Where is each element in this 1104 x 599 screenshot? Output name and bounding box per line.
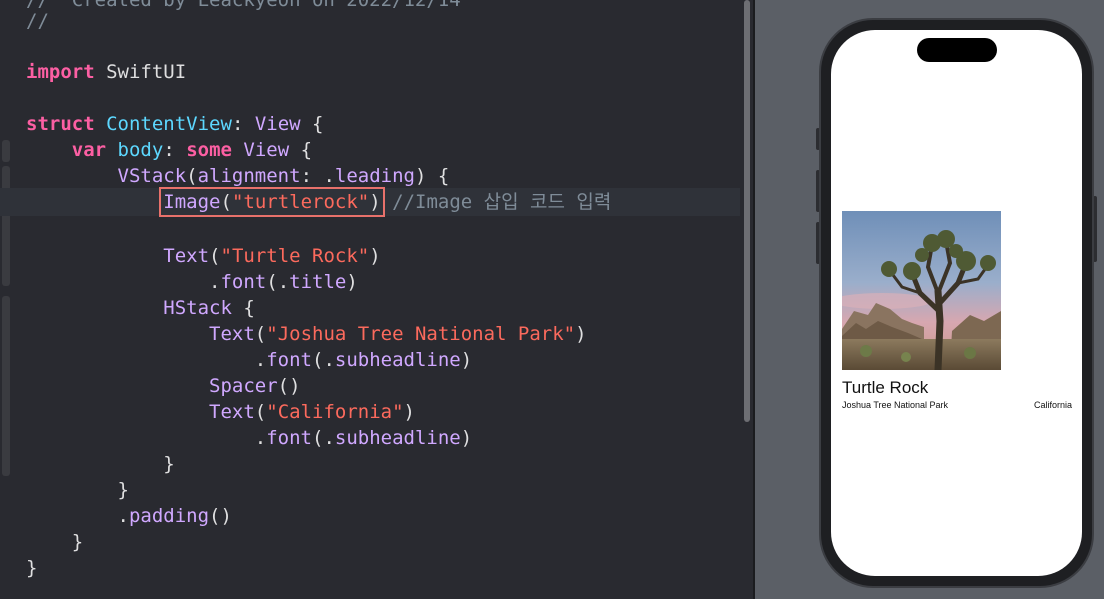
code-line-spacer[interactable]: Spacer(): [26, 373, 301, 399]
brace: ) {: [414, 165, 450, 187]
value-subheadline: subheadline: [334, 349, 461, 371]
code-line-text-state[interactable]: Text("California"): [26, 399, 415, 425]
phone-volume-down-button: [816, 222, 820, 264]
string-park: "Joshua Tree National Park": [266, 323, 576, 345]
brace: {: [300, 113, 324, 135]
code-line-text-title[interactable]: Text("Turtle Rock"): [26, 243, 381, 269]
brace: }: [117, 479, 129, 501]
keyword-import: import: [26, 61, 95, 83]
vstack-call: VStack: [117, 165, 187, 187]
text-call: Text: [209, 323, 255, 345]
code-line-vstack[interactable]: VStack(alignment: .leading) {: [26, 163, 450, 189]
preview-state-text: California: [1033, 400, 1072, 410]
code-line-text-park[interactable]: Text("Joshua Tree National Park"): [26, 321, 587, 347]
code-line-close-struct[interactable]: }: [26, 555, 37, 581]
phone-action-button: [816, 128, 820, 150]
code-line-comment: //: [26, 10, 49, 32]
modifier-font: font: [266, 349, 312, 371]
code-line-font-park[interactable]: .font(.subheadline): [26, 347, 472, 373]
colon: :: [163, 139, 187, 161]
dynamic-island: [917, 38, 997, 62]
code-line-struct[interactable]: struct ContentView: View {: [26, 111, 323, 137]
dot: .: [209, 271, 221, 293]
joshua-tree-photo: [842, 211, 1001, 370]
dot: .: [117, 505, 129, 527]
phone-volume-up-button: [816, 170, 820, 212]
paren: (.: [312, 427, 335, 449]
modifier-font: font: [220, 271, 267, 293]
struct-name: ContentView: [106, 113, 232, 135]
brace: {: [289, 139, 313, 161]
colon: : .: [300, 165, 335, 187]
value-title: title: [289, 271, 347, 293]
paren: ): [575, 323, 587, 345]
brace: }: [71, 531, 84, 553]
modifier-font: font: [266, 427, 312, 449]
paren: (: [254, 401, 267, 423]
keyword-struct: struct: [26, 113, 95, 135]
value-subheadline: subheadline: [334, 427, 461, 449]
code-line-close-hstack[interactable]: }: [26, 451, 175, 477]
param-alignment: alignment: [197, 165, 301, 187]
editor-scrollbar-thumb[interactable]: [744, 0, 750, 422]
code-line-font-title[interactable]: .font(.title): [26, 269, 358, 295]
string-turtle-rock: "Turtle Rock": [220, 245, 370, 267]
dot: .: [254, 427, 267, 449]
brace: {: [231, 297, 255, 319]
image-code-highlight-box: Image("turtlerock"): [159, 187, 385, 217]
brace: }: [163, 453, 175, 475]
paren: ): [346, 271, 358, 293]
code-line-header-comment: // Created by Leackyeon on 2022/12/14: [26, 0, 461, 11]
text-call: Text: [163, 245, 210, 267]
paren: (.: [312, 349, 335, 371]
paren: ): [460, 349, 473, 371]
dot: .: [254, 349, 267, 371]
paren: (): [277, 375, 301, 397]
string-california: "California": [266, 401, 404, 423]
code-line-hstack[interactable]: HStack {: [26, 295, 255, 321]
protocol-name: View: [243, 139, 290, 161]
iphone-screen[interactable]: Turtle Rock Joshua Tree National Park Ca…: [831, 30, 1082, 576]
preview-title-text: Turtle Rock: [842, 378, 929, 397]
code-line-import[interactable]: import SwiftUI: [26, 59, 186, 85]
code-line-close-vstack[interactable]: }: [26, 477, 129, 503]
inline-comment: //Image 삽입 코드 입력: [392, 191, 612, 213]
string-turtlerock: "turtlerock": [231, 191, 370, 213]
value-leading: leading: [334, 165, 415, 187]
code-line-body[interactable]: var body: some View {: [26, 137, 312, 163]
text-call: Text: [209, 401, 255, 423]
code-line-image[interactable]: Image("turtlerock") //Image 삽입 코드 입력: [26, 187, 612, 217]
phone-power-button: [1093, 196, 1097, 262]
code-line-font-state[interactable]: .font(.subheadline): [26, 425, 472, 451]
paren: ): [403, 401, 415, 423]
paren: ): [460, 427, 473, 449]
editor-gutter: [0, 0, 12, 599]
code-editor[interactable]: // Created by Leackyeon on 2022/12/14 //…: [0, 0, 754, 599]
property-name: body: [117, 139, 164, 161]
paren: (): [209, 505, 232, 527]
paren: ): [369, 191, 381, 213]
colon: :: [231, 113, 255, 135]
brace: }: [26, 557, 38, 579]
paren: (: [209, 245, 221, 267]
paren: (: [186, 165, 198, 187]
code-line-padding[interactable]: .padding(): [26, 503, 232, 529]
hstack-call: HStack: [163, 297, 232, 319]
modifier-padding: padding: [128, 505, 210, 527]
keyword-some: some: [186, 139, 232, 161]
protocol-name: View: [254, 113, 301, 135]
paren: (: [220, 191, 232, 213]
paren: (: [254, 323, 267, 345]
preview-park-text: Joshua Tree National Park: [842, 400, 949, 410]
module-name: SwiftUI: [94, 61, 187, 83]
image-call: Image: [163, 191, 221, 213]
spacer-call: Spacer: [209, 375, 278, 397]
keyword-var: var: [71, 139, 107, 161]
code-line-close-body[interactable]: }: [26, 529, 83, 555]
paren: (.: [266, 271, 290, 293]
paren: ): [369, 245, 381, 267]
